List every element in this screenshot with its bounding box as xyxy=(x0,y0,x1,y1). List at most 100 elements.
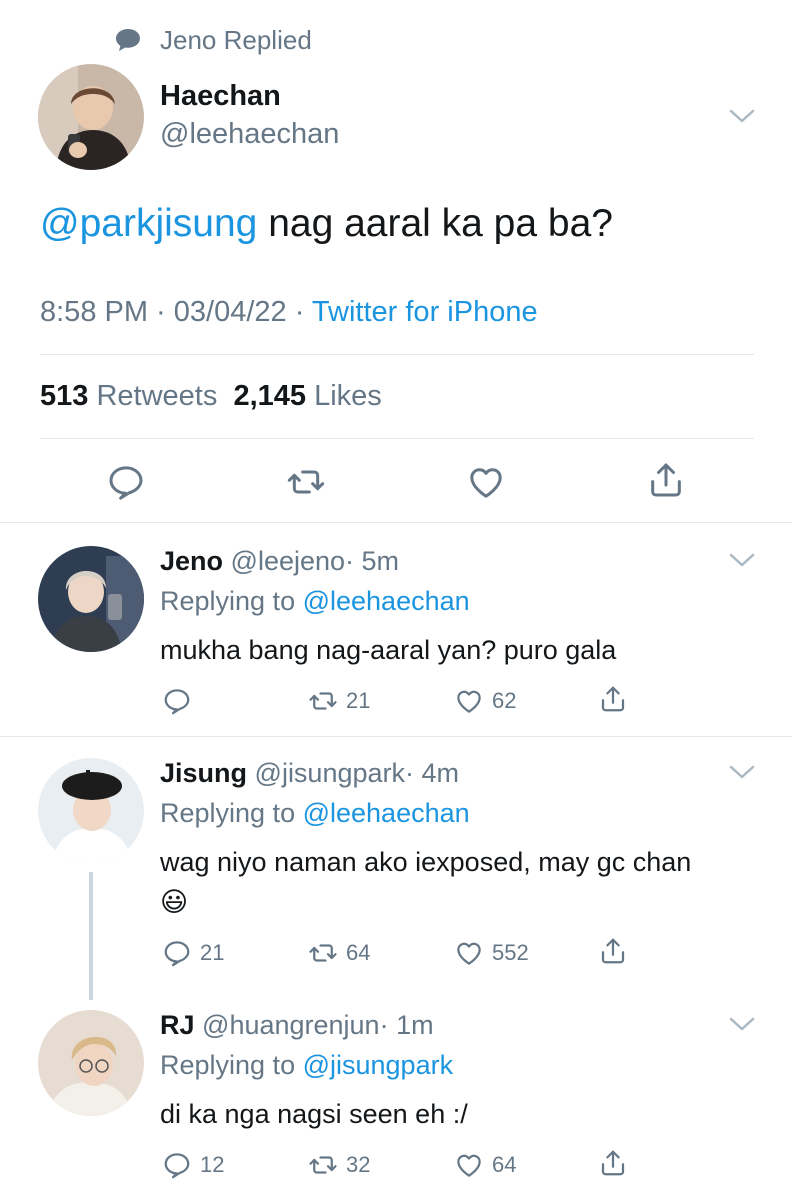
retweet-icon xyxy=(309,692,337,710)
share-icon xyxy=(651,463,681,497)
author-handle[interactable]: @leehaechan xyxy=(160,118,339,151)
mention-link[interactable]: @parkjisung xyxy=(40,202,257,245)
chevron-down-icon[interactable] xyxy=(729,552,755,568)
reply-author-handle[interactable]: @huangrenjun xyxy=(202,1010,380,1040)
divider xyxy=(40,354,754,355)
replying-to: Replying to @leehaechan xyxy=(160,586,470,617)
retweet-count: 32 xyxy=(346,1152,371,1177)
avatar-jisung[interactable] xyxy=(38,758,144,864)
replying-to-link[interactable]: @leehaechan xyxy=(303,586,470,616)
like-count: 64 xyxy=(492,1152,517,1177)
reply-context-text: Jeno Replied xyxy=(160,24,312,55)
retweet-icon xyxy=(309,1156,337,1174)
avatar-haechan[interactable] xyxy=(38,64,144,170)
like-count: 552 xyxy=(492,940,529,965)
like-button[interactable]: 62 xyxy=(454,686,516,716)
replying-to: Replying to @leehaechan xyxy=(160,798,470,829)
share-button[interactable] xyxy=(598,1148,628,1178)
retweet-button[interactable]: 64 xyxy=(308,938,370,968)
replying-to-label: Replying to xyxy=(160,798,303,828)
replying-to: Replying to @jisungpark xyxy=(160,1050,453,1081)
reply-icon xyxy=(109,466,143,500)
tweet-stats: 513 Retweets 2,145 Likes xyxy=(40,380,382,413)
retweet-icon xyxy=(309,944,337,962)
heart-icon xyxy=(457,690,481,713)
share-icon xyxy=(601,686,625,712)
reply-icon xyxy=(164,941,190,967)
avatar-jeno[interactable] xyxy=(38,546,144,652)
likes-label: Likes xyxy=(306,380,382,412)
tweet-source-link[interactable]: Twitter for iPhone xyxy=(312,296,538,328)
tweet-body: nag aaral ka pa ba? xyxy=(257,202,613,245)
reply-header: RJ @huangrenjun· 1m xyxy=(160,1010,434,1041)
retweet-button[interactable]: 32 xyxy=(308,1150,370,1180)
likes-stat[interactable]: 2,145 Likes xyxy=(233,380,381,412)
avatar-rj[interactable] xyxy=(38,1010,144,1116)
replying-to-link[interactable]: @leehaechan xyxy=(303,798,470,828)
reply-time: · 5m xyxy=(345,546,400,576)
heart-icon xyxy=(457,942,481,965)
like-count: 62 xyxy=(492,688,517,713)
like-button[interactable] xyxy=(466,462,506,502)
reply-header: Jisung @jisungpark· 4m xyxy=(160,758,459,789)
reply-button[interactable] xyxy=(162,686,200,716)
share-button[interactable] xyxy=(598,936,628,966)
share-button[interactable] xyxy=(646,460,686,500)
tweet-time: 8:58 PM xyxy=(40,296,148,328)
reply-author-handle[interactable]: @jisungpark xyxy=(255,758,405,788)
chevron-down-icon[interactable] xyxy=(729,1016,755,1032)
reply-time: · 4m xyxy=(405,758,460,788)
share-button[interactable] xyxy=(598,684,628,714)
reply-button[interactable]: 12 xyxy=(162,1150,224,1180)
reply-time: · 1m xyxy=(379,1010,434,1040)
separator: · xyxy=(286,296,312,328)
retweets-count: 513 xyxy=(40,380,89,412)
reply-author-name[interactable]: Jeno xyxy=(160,546,223,576)
reply-text: di ka nga nagsi seen eh :/ xyxy=(160,1099,468,1129)
reply-text: wag niyo naman ako iexposed, may gc chan… xyxy=(160,842,700,923)
like-button[interactable]: 552 xyxy=(454,938,529,968)
likes-count: 2,145 xyxy=(233,380,307,412)
tweet-meta: 8:58 PM · 03/04/22 · Twitter for iPhone xyxy=(40,296,538,329)
retweet-button[interactable]: 21 xyxy=(308,686,370,716)
reply-header: Jeno @leejeno· 5m xyxy=(160,546,399,577)
reply-text-body: wag niyo naman ako iexposed, may gc chan xyxy=(160,847,692,877)
reply-count: 21 xyxy=(200,940,225,965)
reply-button[interactable] xyxy=(106,462,146,502)
chevron-down-icon[interactable] xyxy=(729,108,755,124)
retweet-button[interactable] xyxy=(286,462,326,502)
author-name[interactable]: Haechan xyxy=(160,80,281,113)
separator: · xyxy=(148,296,174,328)
reply-icon xyxy=(164,689,190,715)
tweet-date: 03/04/22 xyxy=(173,296,287,328)
reply-author-name[interactable]: RJ xyxy=(160,1010,195,1040)
divider xyxy=(0,522,792,523)
share-icon xyxy=(601,938,625,964)
like-button[interactable]: 64 xyxy=(454,1150,516,1180)
speech-bubble-icon xyxy=(114,27,142,53)
retweet-count: 21 xyxy=(346,688,371,713)
reply-context[interactable]: Jeno Replied xyxy=(114,24,312,56)
chevron-down-icon[interactable] xyxy=(729,764,755,780)
divider xyxy=(40,438,754,439)
reply-text: mukha bang nag-aaral yan? puro gala xyxy=(160,635,617,665)
replying-to-link[interactable]: @jisungpark xyxy=(303,1050,453,1080)
retweets-stat[interactable]: 513 Retweets xyxy=(40,380,217,412)
heart-icon xyxy=(457,1154,481,1177)
retweets-label: Retweets xyxy=(88,380,218,412)
smiley-emoji: 😃 xyxy=(160,887,189,918)
heart-icon xyxy=(470,468,502,498)
replying-to-label: Replying to xyxy=(160,1050,303,1080)
replying-to-label: Replying to xyxy=(160,586,303,616)
reply-author-handle[interactable]: @leejeno xyxy=(231,546,346,576)
thread-line xyxy=(89,872,93,1000)
share-icon xyxy=(601,1150,625,1176)
divider xyxy=(0,736,792,737)
reply-author-name[interactable]: Jisung xyxy=(160,758,247,788)
reply-icon xyxy=(164,1153,190,1179)
tweet-text: @parkjisung nag aaral ka pa ba? xyxy=(40,202,613,246)
retweet-icon xyxy=(287,470,325,494)
reply-button[interactable]: 21 xyxy=(162,938,224,968)
reply-count: 12 xyxy=(200,1152,225,1177)
retweet-count: 64 xyxy=(346,940,371,965)
